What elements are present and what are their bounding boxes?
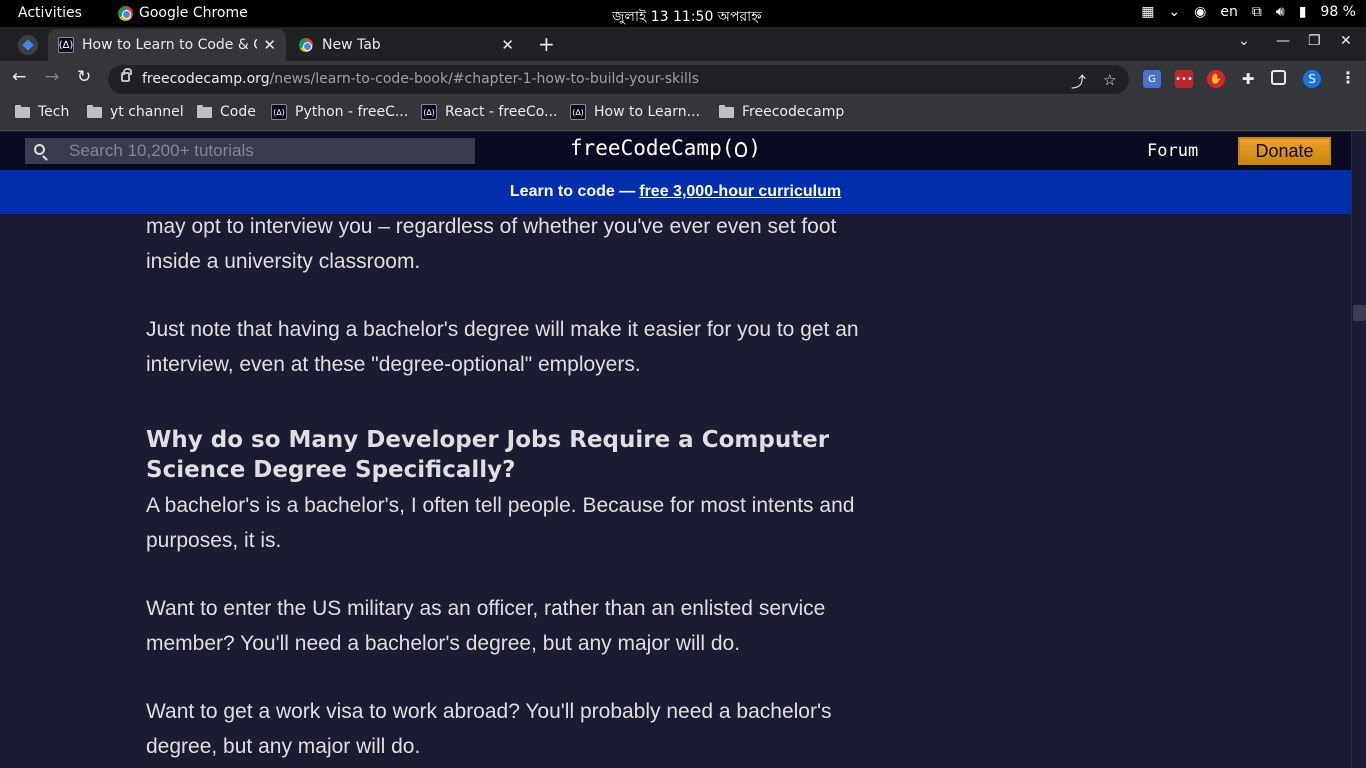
keyboard-language[interactable]: en xyxy=(1220,4,1238,20)
article-paragraph: Want to enter the US military as an offi… xyxy=(146,597,826,655)
cpu-icon[interactable]: ▦ xyxy=(1141,4,1154,20)
chrome-icon xyxy=(118,5,133,21)
more-menu-icon[interactable]: ⋮ xyxy=(1340,68,1356,87)
freecodecamp-icon: (∆) xyxy=(570,104,586,120)
tab-title: How to Learn to Code & G xyxy=(82,37,257,53)
page-viewport: freeCodeCamp() Forum Donate Learn to cod… xyxy=(0,132,1366,768)
close-icon[interactable]: ✕ xyxy=(501,36,514,54)
search-input[interactable] xyxy=(69,138,469,164)
bookmark-how-to-learn[interactable]: (∆) How to Learn... xyxy=(570,104,700,120)
article-paragraph: Just note that having a bachelor's degre… xyxy=(146,318,859,376)
curriculum-banner: Learn to code — free 3,000-hour curricul… xyxy=(0,170,1351,214)
network-icon[interactable]: ⧉ xyxy=(1252,4,1262,20)
bookmark-freecodecamp[interactable]: Freecodecamp xyxy=(719,104,844,120)
os-top-bar: Activities Google Chrome জুলাই 13 11:50 … xyxy=(0,0,1366,27)
restore-icon[interactable]: ❐ xyxy=(1308,33,1321,49)
back-arrow-icon[interactable]: ← xyxy=(12,67,26,87)
folder-icon xyxy=(197,104,212,118)
system-tray[interactable]: ▦ ⌄ ◉ en ⧉ 🔊︎ ▮ 98 % xyxy=(1141,4,1356,20)
activities-button[interactable]: Activities xyxy=(18,5,82,21)
page-scrollbar[interactable] xyxy=(1351,132,1366,768)
folder-icon xyxy=(719,104,734,118)
section-heading: Why do so Many Developer Jobs Require a … xyxy=(146,427,830,483)
flame-icon xyxy=(735,141,748,157)
tab-list-chevron-icon[interactable]: ⌄ xyxy=(1238,33,1250,49)
donate-button[interactable]: Donate xyxy=(1238,137,1331,165)
article-paragraph: A bachelor's is a bachelor's, I often te… xyxy=(146,494,855,552)
url-text[interactable]: freecodecamp.org/news/learn-to-code-book… xyxy=(142,71,699,87)
google-translate-icon[interactable]: G xyxy=(1143,70,1161,88)
battery-level[interactable]: 98 % xyxy=(1320,4,1356,20)
freecodecamp-icon: (∆) xyxy=(271,104,287,120)
bookmark-tech[interactable]: Tech xyxy=(15,104,69,120)
extensions-puzzle-icon[interactable]: ✚ xyxy=(1239,70,1257,88)
chevron-down-icon[interactable]: ⌄ xyxy=(1168,4,1180,20)
profile-avatar[interactable]: S xyxy=(1301,68,1323,90)
volume-icon[interactable]: 🔊︎ xyxy=(1276,4,1285,20)
tab-learn-to-code[interactable]: (∆) How to Learn to Code & G ✕ xyxy=(48,29,286,61)
share-icon[interactable]: ⤴ xyxy=(1071,71,1086,92)
reload-icon[interactable]: ↻ xyxy=(77,67,91,87)
lock-icon[interactable] xyxy=(121,68,132,82)
site-search[interactable] xyxy=(25,138,475,164)
search-icon xyxy=(34,144,45,155)
scrollbar-thumb[interactable] xyxy=(1353,305,1366,321)
close-icon[interactable]: ✕ xyxy=(263,36,276,54)
bookmark-code[interactable]: Code xyxy=(197,104,256,120)
tab-title: New Tab xyxy=(322,37,381,53)
adblock-icon[interactable]: ✋ xyxy=(1207,70,1225,88)
bookmark-python[interactable]: (∆) Python - freeC... xyxy=(271,104,408,120)
folder-icon xyxy=(15,104,30,118)
extension-red-icon[interactable]: ••• xyxy=(1175,70,1193,88)
bookmark-star-icon[interactable]: ☆ xyxy=(1103,71,1116,89)
forward-arrow-icon[interactable]: → xyxy=(45,67,59,87)
side-panel-icon[interactable] xyxy=(1271,70,1286,85)
site-navbar: freeCodeCamp() Forum Donate xyxy=(0,132,1351,170)
freecodecamp-icon: (∆) xyxy=(58,37,74,53)
folder-icon xyxy=(87,104,102,118)
tab-search-icon[interactable] xyxy=(18,35,38,55)
bookmark-react[interactable]: (∆) React - freeCo... xyxy=(421,104,557,120)
forum-link[interactable]: Forum xyxy=(1147,141,1198,161)
bookmark-yt-channel[interactable]: yt channel xyxy=(87,104,184,120)
curriculum-link[interactable]: free 3,000-hour curriculum xyxy=(639,183,841,201)
battery-icon[interactable]: ▮ xyxy=(1299,4,1307,20)
tab-new-tab[interactable]: New Tab ✕ xyxy=(288,29,524,61)
clock[interactable]: জুলাই 13 11:50 অপরাহ্ন xyxy=(612,5,762,29)
freecodecamp-logo[interactable]: freeCodeCamp() xyxy=(570,136,761,160)
minimize-icon[interactable]: — xyxy=(1276,33,1290,49)
chrome-icon xyxy=(298,37,314,53)
app-name: Google Chrome xyxy=(139,5,248,21)
new-tab-button[interactable]: + xyxy=(538,32,555,56)
freecodecamp-icon: (∆) xyxy=(421,104,437,120)
window-close-icon[interactable]: ✕ xyxy=(1340,33,1352,49)
article-paragraph: Want to get a work visa to work abroad? … xyxy=(146,700,832,758)
banner-text: Learn to code — xyxy=(509,183,636,200)
app-menu[interactable]: Google Chrome xyxy=(118,5,248,21)
article-body: may opt to interview you – regardless of… xyxy=(146,214,876,764)
discord-icon[interactable]: ◉ xyxy=(1194,4,1206,20)
article-paragraph: may opt to interview you – regardless of… xyxy=(146,215,837,273)
address-bar[interactable]: freecodecamp.org/news/learn-to-code-book… xyxy=(108,65,1129,94)
